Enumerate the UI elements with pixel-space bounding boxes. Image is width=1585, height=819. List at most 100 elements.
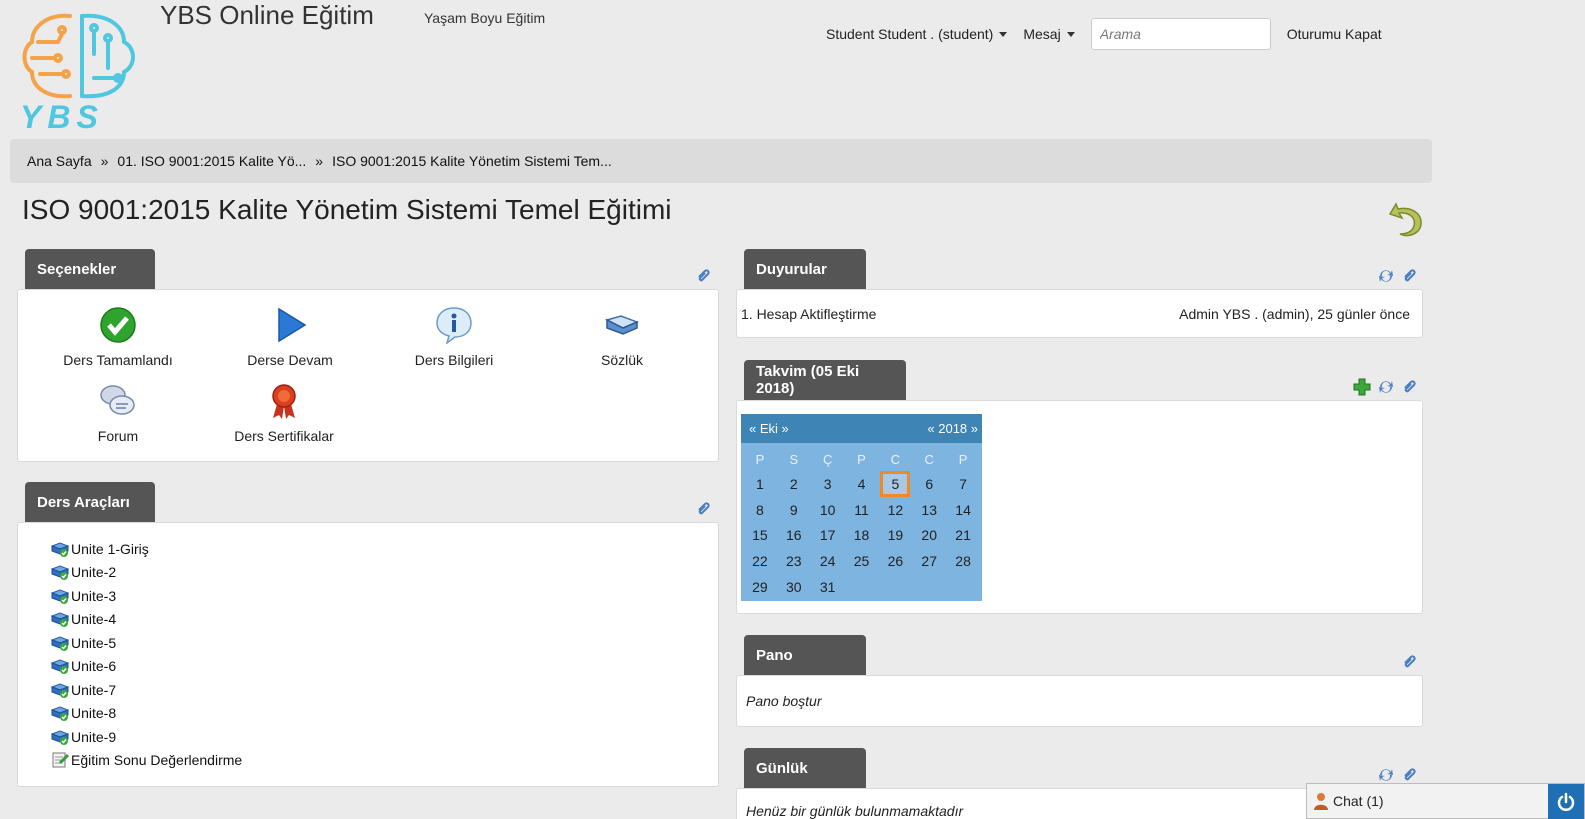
breadcrumb-course[interactable]: ISO 9001:2015 Kalite Yönetim Sistemi Tem…	[332, 153, 612, 169]
calendar-day[interactable]: 27	[912, 548, 946, 574]
course-tool-label: Unite-4	[71, 611, 117, 628]
calendar-day[interactable]: 11	[845, 497, 879, 523]
course-tool-item[interactable]: Unite-4	[51, 608, 718, 632]
option-certificates[interactable]: Ders Sertifikalar	[184, 382, 384, 444]
book-icon	[604, 315, 640, 335]
calendar-day[interactable]: 13	[912, 497, 946, 523]
mini-calendar: « Eki » « 2018 » P S Ç P C C P 1 2 3 4 5 6 7 8 9 10 11 12 1…	[741, 414, 982, 601]
power-button[interactable]	[1548, 784, 1584, 819]
calendar-day[interactable]: 12	[878, 497, 912, 523]
top-navigation: Student Student . (student) Mesaj Oturum…	[826, 18, 1398, 50]
messages-menu-label: Mesaj	[1023, 26, 1061, 42]
course-tool-item[interactable]: Unite 1-Giriş	[51, 537, 718, 561]
calendar-day[interactable]: 29	[743, 574, 777, 600]
logout-link[interactable]: Oturumu Kapat	[1287, 26, 1382, 42]
course-tool-label: Unite 1-Giriş	[71, 540, 149, 557]
calendar-grid: P S Ç P C C P 1 2 3 4 5 6 7 8 9 10 11 12 13 14 15 16 17 18 19 20 21…	[741, 443, 982, 599]
calendar-day[interactable]: 7	[946, 471, 980, 497]
journal-empty-text: Henüz bir günlük bulunmamaktadır	[746, 803, 964, 819]
calendar-day[interactable]: 3	[811, 471, 845, 497]
course-tool-item[interactable]: Unite-2	[51, 561, 718, 585]
option-course-complete[interactable]: Ders Tamamlandı	[18, 306, 218, 368]
site-title[interactable]: YBS Online Eğitim	[160, 0, 374, 31]
panel-tools	[1377, 267, 1419, 285]
announcement-title[interactable]: 1. Hesap Aktifleştirme	[741, 306, 876, 322]
calendar-day[interactable]: 24	[811, 548, 845, 574]
calendar-day[interactable]: 1	[743, 471, 777, 497]
breadcrumb: Ana Sayfa » 01. ISO 9001:2015 Kalite Yö.…	[10, 139, 1432, 183]
course-tool-item[interactable]: Unite-8	[51, 702, 718, 726]
calendar-day[interactable]: 4	[845, 471, 879, 497]
calendar-day-today[interactable]: 5	[880, 471, 911, 497]
course-tool-label: Unite-6	[71, 658, 117, 675]
search-input[interactable]	[1090, 18, 1271, 50]
calendar-month-nav[interactable]: « Eki »	[749, 421, 789, 436]
refresh-icon[interactable]	[1377, 378, 1395, 396]
breadcrumb-separator: »	[100, 153, 109, 169]
course-tool-item[interactable]: Unite-6	[51, 655, 718, 679]
calendar-day[interactable]: 28	[946, 548, 980, 574]
breadcrumb-category[interactable]: 01. ISO 9001:2015 Kalite Yö...	[117, 153, 306, 169]
journal-title: Günlük	[744, 748, 866, 788]
calendar-day[interactable]: 16	[777, 522, 811, 548]
calendar-day[interactable]: 8	[743, 497, 777, 523]
refresh-icon[interactable]	[1377, 766, 1395, 784]
attach-icon[interactable]	[1401, 378, 1419, 396]
calendar-day[interactable]: 30	[777, 574, 811, 600]
messages-menu[interactable]: Mesaj	[1023, 26, 1075, 42]
back-arrow-icon[interactable]	[1388, 200, 1424, 240]
calendar-day[interactable]: 10	[811, 497, 845, 523]
calendar-day[interactable]: 23	[777, 548, 811, 574]
ybs-logo: YBS	[20, 13, 135, 132]
calendar-day[interactable]: 15	[743, 522, 777, 548]
calendar-weekday: P	[857, 451, 866, 467]
announcement-item[interactable]: 1. Hesap Aktifleştirme Admin YBS . (admi…	[737, 290, 1422, 338]
course-tool-label: Unite-5	[71, 634, 117, 651]
calendar-day[interactable]: 25	[845, 548, 879, 574]
add-icon[interactable]	[1353, 378, 1371, 396]
option-glossary[interactable]: Sözlük	[522, 306, 722, 368]
play-icon	[278, 307, 307, 343]
user-menu[interactable]: Student Student . (student)	[826, 26, 1008, 42]
breadcrumb-separator: »	[315, 153, 324, 169]
calendar-year-nav[interactable]: « 2018 »	[927, 421, 978, 436]
calendar-weekday: C	[890, 451, 901, 467]
attach-icon[interactable]	[1401, 267, 1419, 285]
course-tool-item[interactable]: Eğitim Sonu Değerlendirme	[51, 749, 718, 773]
course-tool-item[interactable]: Unite-7	[51, 678, 718, 702]
calendar-day[interactable]: 2	[777, 471, 811, 497]
calendar-day[interactable]: 20	[912, 522, 946, 548]
calendar-day[interactable]: 17	[811, 522, 845, 548]
lesson-icon	[51, 542, 69, 557]
calendar-day[interactable]: 6	[912, 471, 946, 497]
user-menu-label: Student Student . (student)	[826, 26, 994, 42]
options-panel: Seçenekler Ders Tamamlandı Derse Devam D…	[17, 249, 719, 462]
check-icon	[100, 307, 136, 343]
breadcrumb-home[interactable]: Ana Sayfa	[27, 153, 92, 169]
attach-icon[interactable]	[695, 267, 713, 285]
attach-icon[interactable]	[695, 500, 713, 518]
board-panel: Pano Pano boştur	[736, 635, 1423, 727]
calendar-day[interactable]: 18	[845, 522, 879, 548]
panel-tools	[1377, 766, 1419, 784]
course-tool-item[interactable]: Unite-3	[51, 584, 718, 608]
lesson-icon	[51, 706, 69, 722]
calendar-day[interactable]: 26	[878, 548, 912, 574]
calendar-day[interactable]: 19	[878, 522, 912, 548]
calendar-weekday: P	[958, 451, 968, 467]
user-icon	[1314, 793, 1328, 810]
lesson-icon	[51, 659, 69, 675]
course-tool-item[interactable]: Unite-9	[51, 725, 718, 749]
calendar-day[interactable]: 22	[743, 548, 777, 574]
course-tool-item[interactable]: Unite-5	[51, 631, 718, 655]
calendar-day[interactable]: 21	[946, 522, 980, 548]
announcement-meta: Admin YBS . (admin), 25 günler önce	[1179, 306, 1410, 322]
refresh-icon[interactable]	[1377, 267, 1395, 285]
calendar-day[interactable]: 9	[777, 497, 811, 523]
attach-icon[interactable]	[1401, 653, 1419, 671]
calendar-day[interactable]: 14	[946, 497, 980, 523]
attach-icon[interactable]	[1401, 766, 1419, 784]
chat-bar[interactable]: Chat (1)	[1306, 783, 1585, 819]
calendar-day[interactable]: 31	[811, 574, 845, 600]
announcements-title: Duyurular	[744, 249, 866, 289]
